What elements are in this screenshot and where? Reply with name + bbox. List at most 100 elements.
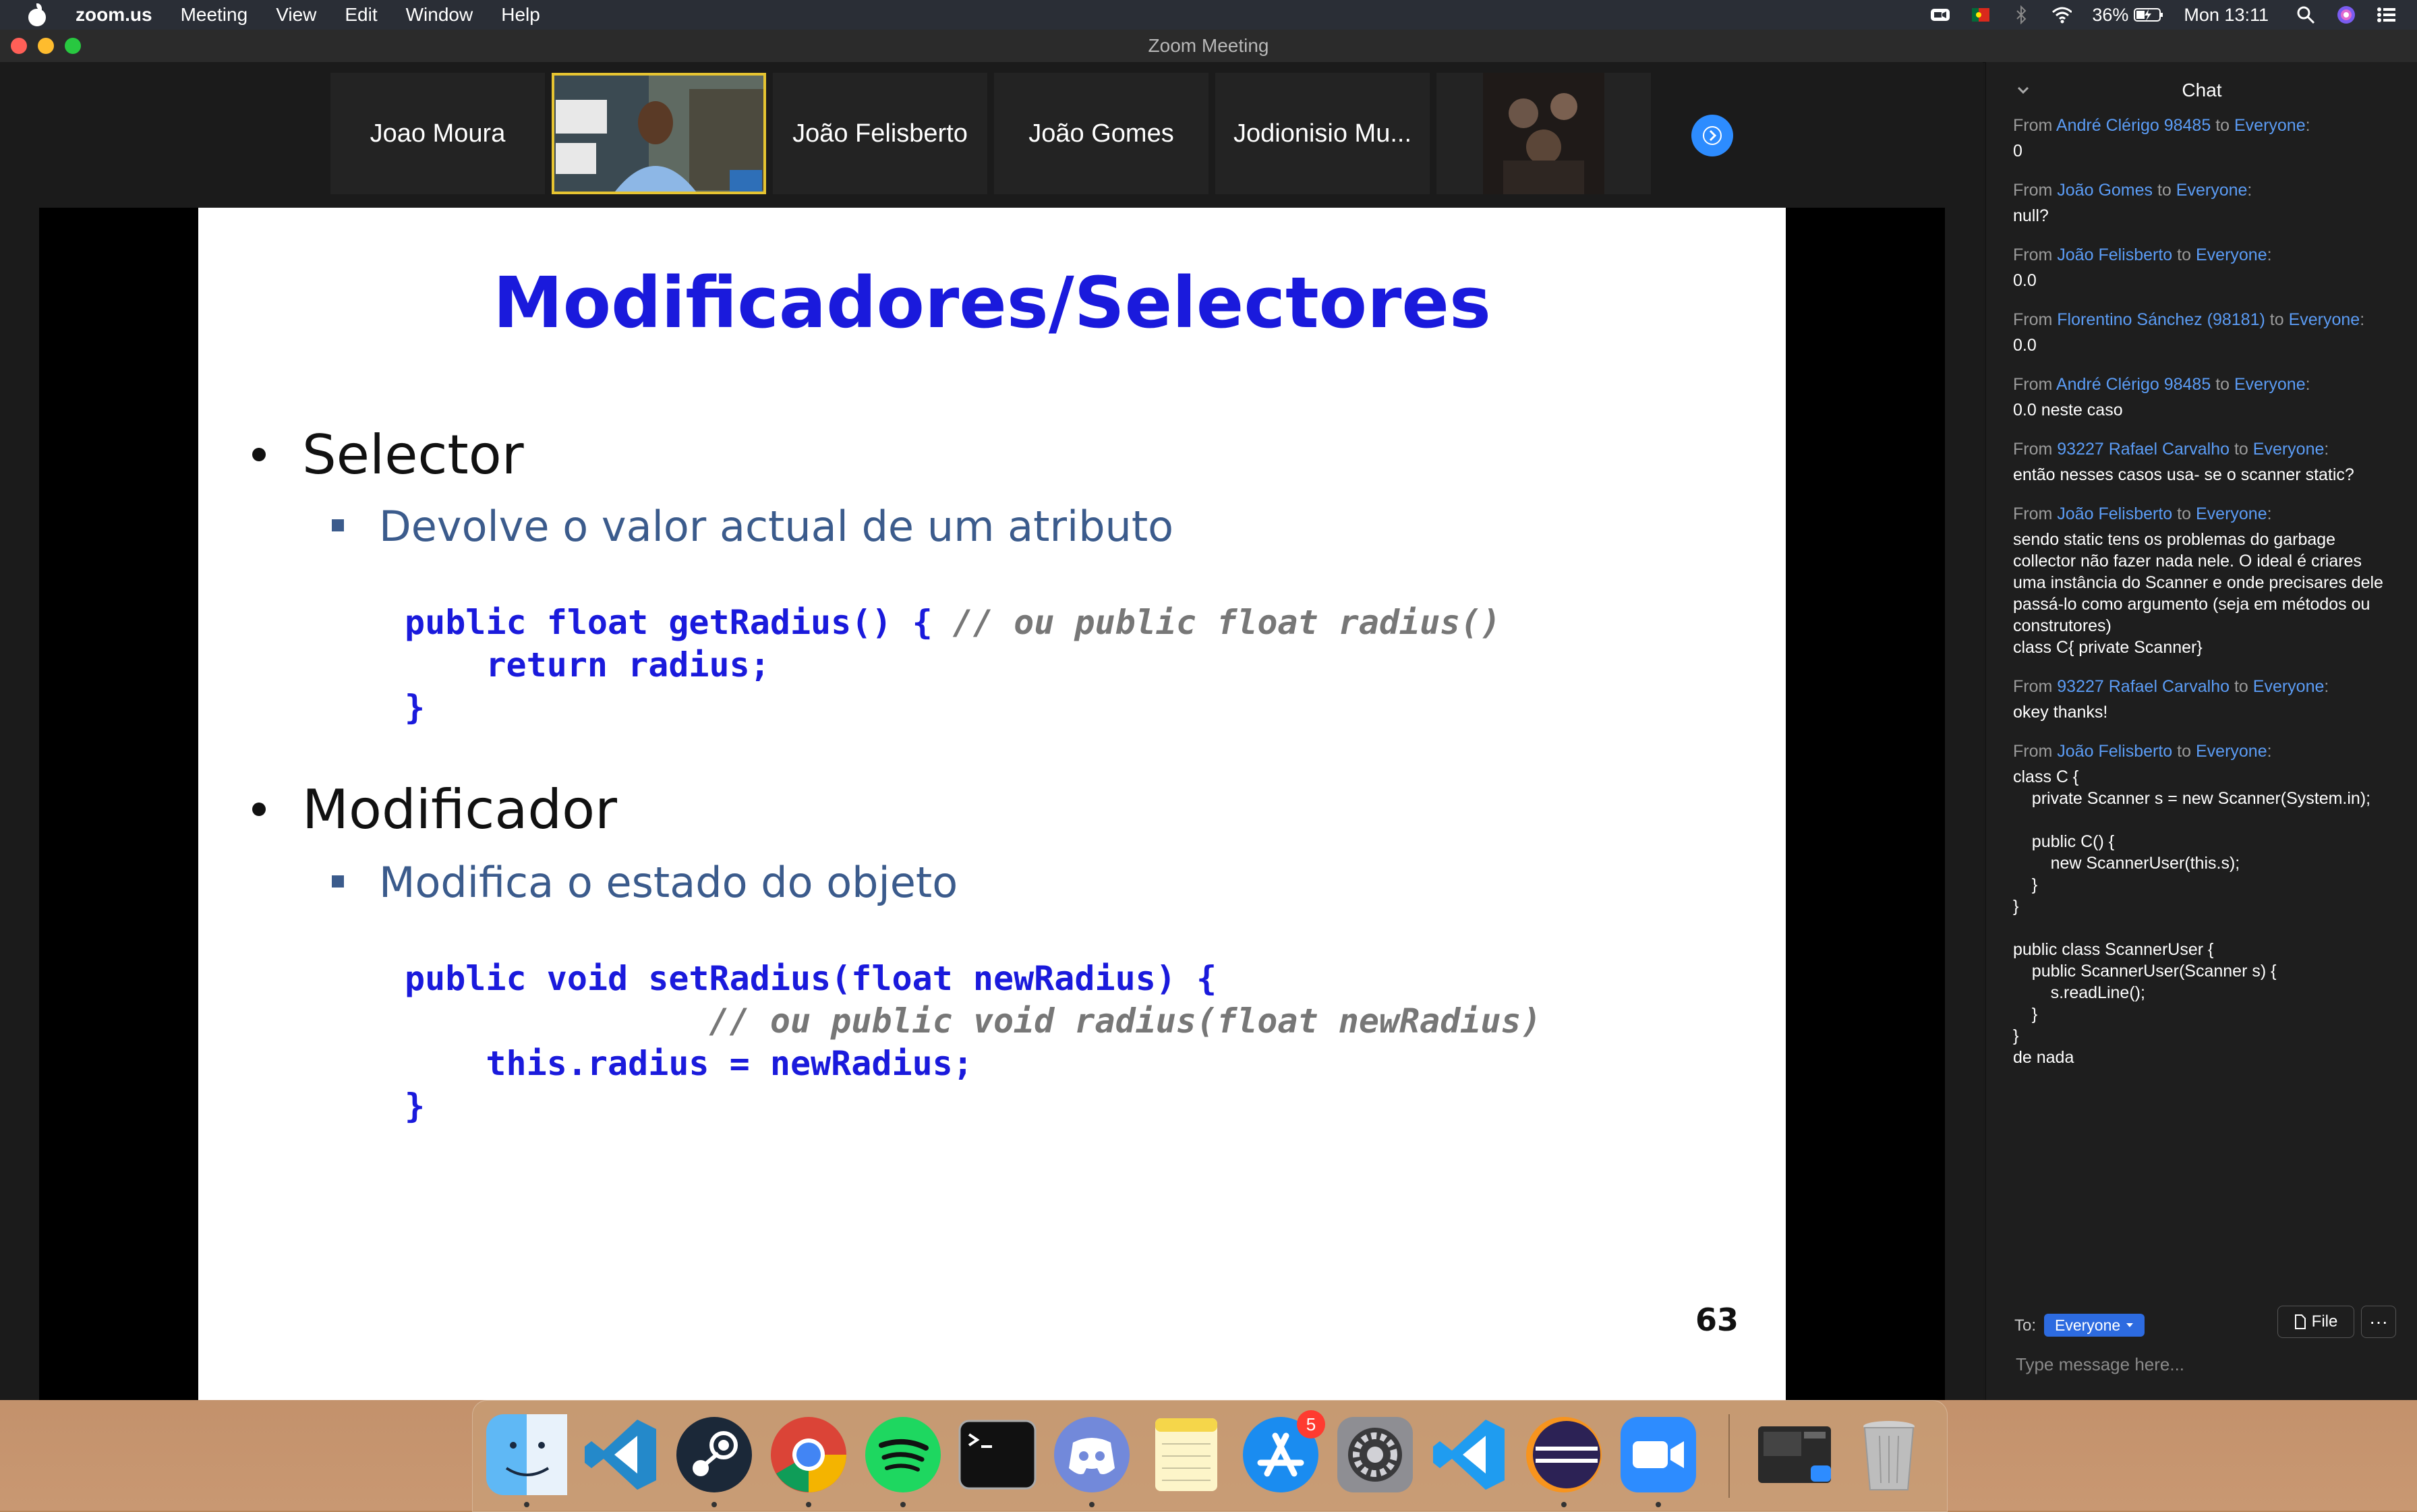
from-label: From bbox=[2013, 245, 2053, 264]
gallery-next-button[interactable] bbox=[1691, 115, 1733, 156]
chat-panel: Chat From André Clérigo 98485 to Everyon… bbox=[1985, 62, 2417, 1400]
recipient-value: Everyone bbox=[2055, 1316, 2121, 1334]
menu-view[interactable]: View bbox=[276, 4, 316, 26]
vscode-icon[interactable] bbox=[581, 1414, 662, 1495]
sender-name[interactable]: João Felisberto bbox=[2057, 245, 2172, 264]
sender-name[interactable]: João Felisberto bbox=[2057, 742, 2172, 761]
menu-clock[interactable]: Mon 13:11 bbox=[2184, 5, 2269, 26]
participant-tile[interactable]: Jodionisio Mu... bbox=[1215, 73, 1430, 194]
code-line: public void setRadius(float newRadius) { bbox=[405, 959, 1217, 998]
to-label: to bbox=[2177, 504, 2192, 523]
bullet-dot bbox=[252, 448, 266, 462]
from-label: From bbox=[2013, 116, 2053, 135]
control-center-icon[interactable] bbox=[2377, 5, 2397, 25]
chat-message-meta: From 93227 Rafael Carvalho to Everyone: bbox=[2013, 440, 2329, 459]
sender-name[interactable]: 93227 Rafael Carvalho bbox=[2057, 440, 2230, 459]
chat-message: From João Felisberto to Everyone: 0.0 bbox=[2013, 244, 2397, 291]
from-label: From bbox=[2013, 504, 2053, 523]
app-store-icon[interactable]: 5 bbox=[1240, 1410, 1325, 1495]
notification-badge: 5 bbox=[1297, 1410, 1325, 1438]
siri-icon[interactable] bbox=[2336, 5, 2356, 25]
recipient-select[interactable]: Everyone bbox=[2044, 1314, 2145, 1337]
from-label: From bbox=[2013, 181, 2053, 200]
sender-name[interactable]: Florentino Sánchez (98181) bbox=[2057, 310, 2265, 329]
to-label: to bbox=[2234, 440, 2248, 459]
menu-app-name[interactable]: zoom.us bbox=[76, 4, 152, 26]
bluetooth-icon[interactable] bbox=[2011, 5, 2031, 25]
vscode-insiders-icon[interactable] bbox=[1429, 1414, 1510, 1495]
file-button[interactable]: File bbox=[2277, 1306, 2354, 1338]
chat-message-text: 0 bbox=[2013, 142, 2022, 161]
steam-icon[interactable] bbox=[674, 1414, 755, 1495]
sub-bullet-square bbox=[332, 875, 344, 888]
participant-tile[interactable]: João Gomes bbox=[994, 73, 1208, 194]
menu-bar: zoom.us Meeting View Edit Window Help 36… bbox=[0, 0, 2417, 30]
sender-name[interactable]: André Clérigo 98485 bbox=[2056, 375, 2211, 394]
chat-message-meta: From André Clérigo 98485 to Everyone: bbox=[2013, 116, 2310, 135]
participant-tile[interactable]: Joao Moura bbox=[330, 73, 545, 194]
screen-share-view: Modificadores/Selectores Selector Devolv… bbox=[39, 208, 1945, 1400]
terminal-icon[interactable] bbox=[957, 1414, 1038, 1495]
sender-name[interactable]: João Felisberto bbox=[2057, 504, 2172, 523]
portugal-flag-icon[interactable] bbox=[1971, 5, 1991, 25]
file-icon bbox=[2294, 1314, 2306, 1329]
notes-icon[interactable] bbox=[1146, 1414, 1227, 1495]
participant-name: João Gomes bbox=[1028, 119, 1174, 148]
chat-message-meta: From André Clérigo 98485 to Everyone: bbox=[2013, 375, 2310, 394]
chat-message-text: então nesses casos usa- se o scanner sta… bbox=[2013, 465, 2354, 484]
running-indicator bbox=[1089, 1502, 1095, 1507]
participant-picture-tile[interactable] bbox=[1436, 73, 1651, 194]
to-label: to bbox=[2177, 742, 2192, 761]
recipient-name: Everyone bbox=[2176, 181, 2248, 200]
from-label: From bbox=[2013, 310, 2053, 329]
running-indicator bbox=[806, 1502, 811, 1507]
more-options-button[interactable]: ··· bbox=[2361, 1306, 2396, 1338]
battery-percentage[interactable]: 36% bbox=[2092, 5, 2128, 26]
chat-message: From João Gomes to Everyone: null? bbox=[2013, 179, 2397, 227]
dock: 5 bbox=[472, 1400, 1948, 1512]
system-preferences-icon[interactable] bbox=[1335, 1414, 1416, 1495]
minimized-zoom-window-icon[interactable] bbox=[1754, 1414, 1835, 1495]
participant-name: João Felisberto bbox=[792, 119, 968, 148]
window-titlebar[interactable]: Zoom Meeting bbox=[0, 30, 2417, 63]
code-line: } bbox=[405, 688, 426, 727]
sender-name[interactable]: 93227 Rafael Carvalho bbox=[2057, 677, 2230, 696]
trash-icon[interactable] bbox=[1848, 1414, 1929, 1495]
participant-avatar-image bbox=[1483, 73, 1604, 194]
discord-icon[interactable] bbox=[1051, 1414, 1132, 1495]
sender-name[interactable]: André Clérigo 98485 bbox=[2056, 116, 2211, 135]
participant-name: Jodionisio Mu... bbox=[1233, 119, 1411, 148]
zoom-icon[interactable] bbox=[1618, 1414, 1699, 1495]
chat-message-meta: From João Felisberto to Everyone: bbox=[2013, 245, 2272, 264]
spotlight-search-icon[interactable] bbox=[2296, 5, 2316, 25]
spotify-icon[interactable] bbox=[863, 1414, 943, 1495]
sender-name[interactable]: João Gomes bbox=[2057, 181, 2153, 200]
chat-header: Chat bbox=[1986, 62, 2417, 121]
chat-message-list[interactable]: From André Clérigo 98485 to Everyone: 0 Fr… bbox=[2013, 115, 2397, 1302]
to-label: to bbox=[2215, 116, 2230, 135]
active-speaker-video-tile[interactable] bbox=[552, 73, 766, 194]
chrome-icon[interactable] bbox=[768, 1414, 849, 1495]
to-label: to bbox=[2157, 181, 2172, 200]
finder-icon[interactable] bbox=[486, 1414, 567, 1495]
recipient-name: Everyone bbox=[2234, 375, 2306, 394]
participant-tile[interactable]: João Felisberto bbox=[773, 73, 987, 194]
apple-menu-icon[interactable] bbox=[27, 3, 47, 26]
menu-window[interactable]: Window bbox=[406, 4, 473, 26]
menu-help[interactable]: Help bbox=[501, 4, 540, 26]
zoom-status-icon[interactable] bbox=[1930, 5, 1950, 25]
battery-charging-icon[interactable] bbox=[2134, 5, 2163, 25]
chat-message-meta: From João Felisberto to Everyone: bbox=[2013, 742, 2272, 761]
file-button-label: File bbox=[2311, 1312, 2338, 1331]
menu-edit[interactable]: Edit bbox=[345, 4, 377, 26]
chat-message-text: class C { private Scanner s = new Scanne… bbox=[2013, 767, 2371, 1067]
eclipse-icon[interactable] bbox=[1523, 1414, 1604, 1495]
chat-message-text: okey thanks! bbox=[2013, 703, 2108, 722]
chat-message-text: null? bbox=[2013, 206, 2049, 225]
running-indicator bbox=[1561, 1502, 1567, 1507]
menu-meeting[interactable]: Meeting bbox=[181, 4, 248, 26]
wifi-icon[interactable] bbox=[2051, 5, 2072, 25]
chat-message-text: 0.0 bbox=[2013, 336, 2037, 355]
recipient-name: Everyone bbox=[2195, 742, 2267, 761]
chat-message-input[interactable] bbox=[2014, 1349, 2395, 1380]
